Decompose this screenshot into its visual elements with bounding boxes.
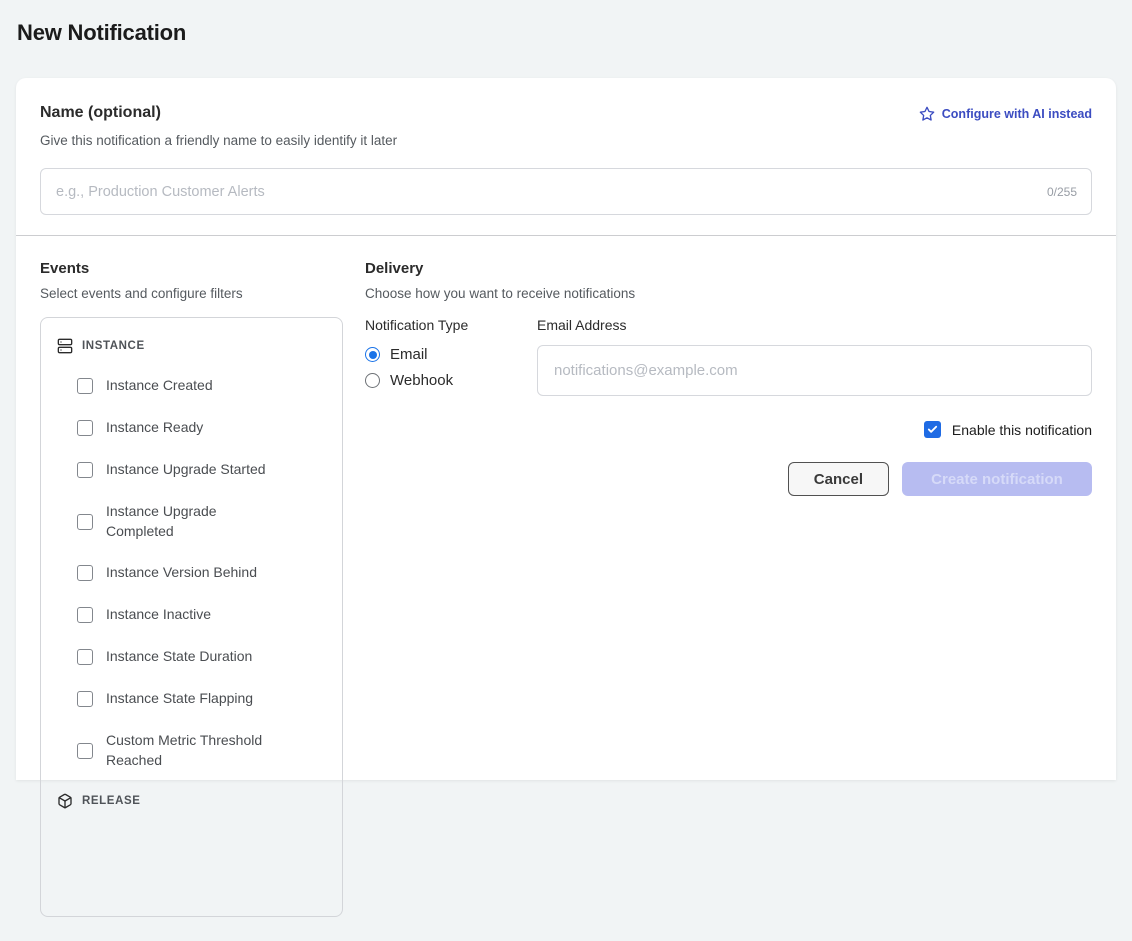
event-item-instance-state-duration[interactable]: Instance State Duration bbox=[77, 647, 326, 667]
checkbox-icon[interactable] bbox=[77, 514, 93, 530]
event-item-label: Instance Created bbox=[106, 376, 213, 396]
events-section: Events Select events and configure filte… bbox=[40, 260, 343, 917]
event-item-instance-upgrade-started[interactable]: Instance Upgrade Started bbox=[77, 460, 326, 480]
cancel-button[interactable]: Cancel bbox=[788, 462, 889, 496]
event-item-instance-ready[interactable]: Instance Ready bbox=[77, 418, 326, 438]
email-address-input[interactable] bbox=[537, 345, 1092, 396]
event-item-label: Instance Upgrade Completed bbox=[106, 502, 282, 542]
notification-type-label: Notification Type bbox=[365, 317, 537, 333]
enable-notification-label: Enable this notification bbox=[952, 422, 1092, 438]
name-section-subtitle: Give this notification a friendly name t… bbox=[40, 133, 1092, 148]
delivery-subtitle: Choose how you want to receive notificat… bbox=[365, 286, 1092, 301]
configure-with-ai-link[interactable]: Configure with AI instead bbox=[919, 106, 1092, 122]
radio-unselected-icon[interactable] bbox=[365, 373, 380, 388]
checkbox-icon[interactable] bbox=[77, 649, 93, 665]
event-item-custom-metric-threshold[interactable]: Custom Metric Threshold Reached bbox=[77, 731, 326, 771]
delivery-heading: Delivery bbox=[365, 260, 1092, 277]
radio-option-email[interactable]: Email bbox=[365, 346, 537, 363]
checkbox-icon[interactable] bbox=[77, 462, 93, 478]
enable-notification-checkbox[interactable] bbox=[924, 421, 941, 438]
package-icon bbox=[57, 793, 73, 809]
event-group-label: INSTANCE bbox=[82, 340, 145, 352]
event-group-label: RELEASE bbox=[82, 795, 141, 807]
event-item-label: Instance Inactive bbox=[106, 605, 211, 625]
event-item-label: Instance Upgrade Started bbox=[106, 460, 266, 480]
star-icon bbox=[919, 106, 935, 122]
server-icon bbox=[57, 338, 73, 354]
checkbox-icon[interactable] bbox=[77, 420, 93, 436]
name-section-heading: Name (optional) bbox=[40, 104, 161, 122]
event-group-instance: INSTANCE bbox=[57, 338, 326, 354]
events-panel[interactable]: INSTANCE Instance Created Instance Ready… bbox=[40, 317, 343, 917]
radio-option-label: Email bbox=[390, 346, 428, 363]
event-item-label: Instance State Duration bbox=[106, 647, 252, 667]
radio-option-webhook[interactable]: Webhook bbox=[365, 372, 537, 389]
event-item-instance-version-behind[interactable]: Instance Version Behind bbox=[77, 563, 326, 583]
page-title: New Notification bbox=[0, 0, 1132, 46]
checkbox-icon[interactable] bbox=[77, 607, 93, 623]
events-heading: Events bbox=[40, 260, 343, 277]
configure-with-ai-label: Configure with AI instead bbox=[942, 107, 1092, 121]
event-item-label: Instance Ready bbox=[106, 418, 203, 438]
create-notification-button[interactable]: Create notification bbox=[902, 462, 1092, 496]
name-section: Name (optional) Configure with AI instea… bbox=[16, 78, 1116, 236]
radio-option-label: Webhook bbox=[390, 372, 453, 389]
event-item-label: Custom Metric Threshold Reached bbox=[106, 731, 282, 771]
checkbox-icon[interactable] bbox=[77, 378, 93, 394]
email-address-label: Email Address bbox=[537, 317, 1092, 333]
char-counter: 0/255 bbox=[1047, 185, 1077, 199]
delivery-section: Delivery Choose how you want to receive … bbox=[365, 260, 1092, 917]
checkbox-icon[interactable] bbox=[77, 691, 93, 707]
event-item-instance-inactive[interactable]: Instance Inactive bbox=[77, 605, 326, 625]
event-item-label: Instance State Flapping bbox=[106, 689, 253, 709]
event-item-instance-created[interactable]: Instance Created bbox=[77, 376, 326, 396]
new-notification-card: Name (optional) Configure with AI instea… bbox=[16, 78, 1116, 780]
name-input[interactable] bbox=[40, 168, 1092, 215]
radio-selected-icon[interactable] bbox=[365, 347, 380, 362]
event-item-instance-state-flapping[interactable]: Instance State Flapping bbox=[77, 689, 326, 709]
event-group-release: RELEASE bbox=[57, 793, 326, 809]
checkbox-icon[interactable] bbox=[77, 743, 93, 759]
checkbox-icon[interactable] bbox=[77, 565, 93, 581]
event-item-label: Instance Version Behind bbox=[106, 563, 257, 583]
events-subtitle: Select events and configure filters bbox=[40, 286, 343, 301]
event-item-instance-upgrade-completed[interactable]: Instance Upgrade Completed bbox=[77, 502, 326, 542]
